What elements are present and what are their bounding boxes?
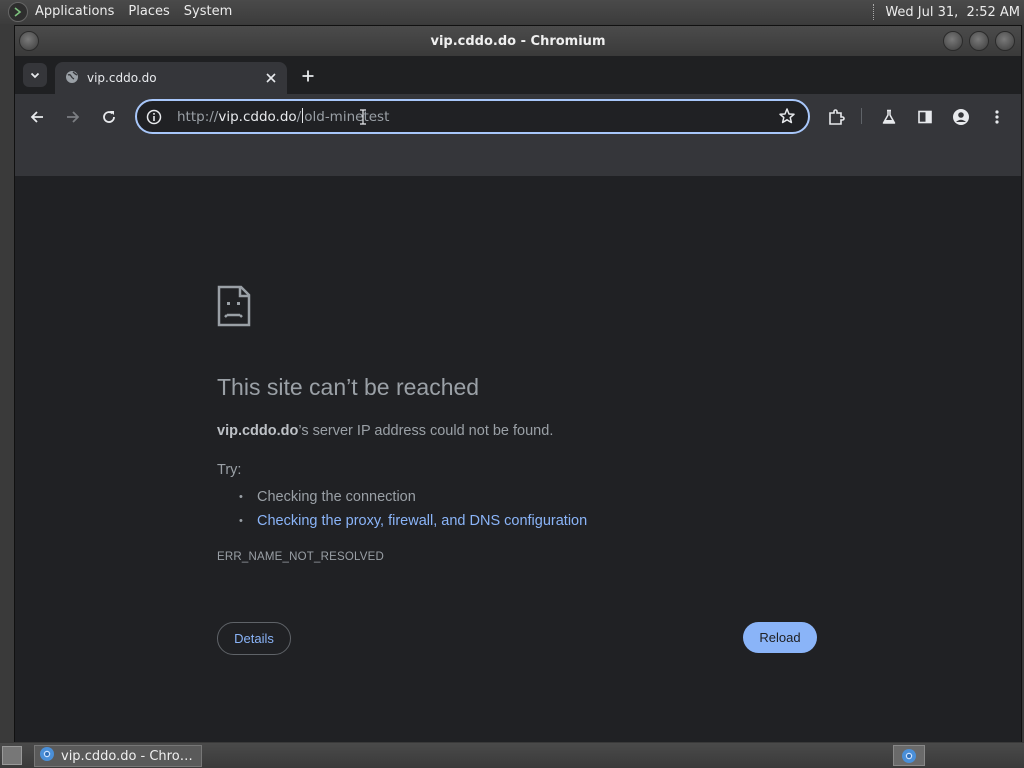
info-icon[interactable]: [143, 106, 165, 128]
url-scheme: http://: [177, 109, 219, 125]
minimize-button[interactable]: [943, 31, 963, 51]
details-button[interactable]: Details: [217, 622, 291, 655]
clock[interactable]: Wed Jul 31, 2:52 AM: [885, 5, 1020, 20]
browser-window: vip.cddo.do - Chromium vip.cddo.do http:…: [14, 25, 1022, 742]
suggestions-list: Checking the connection Checking the pro…: [237, 485, 587, 533]
profile-icon: [953, 109, 969, 125]
places-menu[interactable]: Places: [121, 0, 176, 24]
url-path: old-minetest: [304, 109, 390, 125]
url-host: vip.cddo.do: [218, 109, 297, 125]
bottom-taskbar: vip.cddo.do - Chro…: [0, 743, 1024, 768]
profile-button[interactable]: [948, 104, 974, 130]
suggestion-link-proxy-config[interactable]: Checking the proxy, firewall, and DNS co…: [237, 509, 587, 533]
error-description-text: ’s server IP address could not be found.: [298, 423, 554, 439]
error-description: vip.cddo.do’s server IP address could no…: [217, 423, 553, 439]
chevron-down-icon: [30, 72, 40, 79]
suggestion-item: Checking the connection: [237, 485, 587, 509]
toolbar-separator: [861, 108, 862, 124]
close-window-button[interactable]: [995, 31, 1015, 51]
forward-arrow-icon: [67, 111, 80, 123]
terminal-logo-icon[interactable]: [8, 2, 28, 22]
new-tab-button[interactable]: [297, 65, 319, 87]
error-page: This site can’t be reached vip.cddo.do’s…: [15, 176, 1021, 742]
reload-button[interactable]: [96, 104, 122, 130]
tray-chromium-button[interactable]: [893, 745, 925, 766]
url-text[interactable]: http://vip.cddo.do/old-minetest: [177, 108, 389, 125]
chrome-menu-button[interactable]: [984, 104, 1010, 130]
plus-icon: [302, 70, 314, 82]
show-desktop-button[interactable]: [2, 746, 22, 765]
tab-strip: vip.cddo.do: [15, 56, 1021, 94]
applications-menu[interactable]: Applications: [28, 0, 121, 24]
maximize-button[interactable]: [969, 31, 989, 51]
close-icon[interactable]: [261, 68, 281, 88]
clock-area: Wed Jul 31, 2:52 AM: [873, 4, 1024, 20]
taskbar-window-title: vip.cddo.do - Chro…: [61, 748, 193, 764]
url-path-start: /: [296, 109, 302, 125]
labs-button[interactable]: [876, 104, 902, 130]
chromium-icon: [902, 748, 916, 763]
back-button[interactable]: [24, 104, 50, 130]
extensions-button[interactable]: [823, 104, 849, 130]
panel-separator: [873, 4, 875, 20]
error-code: ERR_NAME_NOT_RESOLVED: [217, 551, 384, 563]
forward-button[interactable]: [60, 104, 86, 130]
window-titlebar[interactable]: vip.cddo.do - Chromium: [15, 26, 1021, 56]
try-label: Try:: [217, 462, 242, 478]
sad-page-icon: [217, 285, 251, 331]
error-host: vip.cddo.do: [217, 423, 299, 439]
window-title: vip.cddo.do - Chromium: [430, 33, 606, 49]
kebab-menu-icon: [995, 110, 999, 124]
taskbar-window-button[interactable]: vip.cddo.do - Chro…: [34, 745, 202, 767]
globe-icon: [65, 70, 79, 87]
ibeam-cursor-icon: [359, 109, 367, 129]
extensions-icon: [829, 109, 845, 125]
star-icon[interactable]: [778, 107, 796, 129]
reload-page-button[interactable]: Reload: [743, 622, 817, 653]
error-title: This site can’t be reached: [217, 374, 480, 400]
labs-flask-icon: [882, 109, 896, 124]
reload-icon: [103, 111, 115, 123]
tab-search-button[interactable]: [23, 63, 47, 87]
tab-active[interactable]: vip.cddo.do: [55, 62, 287, 94]
window-menu-button[interactable]: [19, 31, 39, 51]
address-bar[interactable]: http://vip.cddo.do/old-minetest: [135, 99, 810, 134]
top-panel: Applications Places System Wed Jul 31, 2…: [0, 0, 1024, 24]
toolbar: http://vip.cddo.do/old-minetest: [15, 94, 1021, 139]
side-panel-button[interactable]: [912, 104, 938, 130]
system-menu[interactable]: System: [177, 0, 239, 24]
side-panel-icon: [918, 110, 932, 124]
chromium-icon: [39, 746, 55, 766]
tab-title: vip.cddo.do: [87, 71, 157, 85]
back-arrow-icon: [30, 111, 43, 123]
